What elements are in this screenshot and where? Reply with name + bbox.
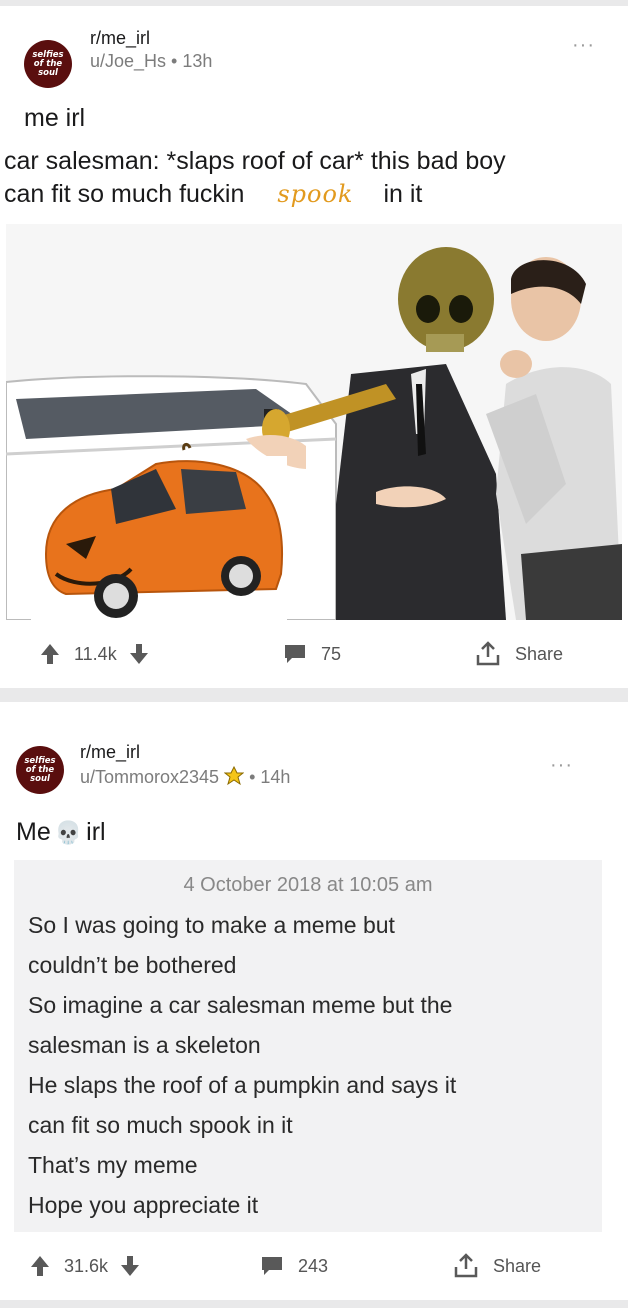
post-meta: u/Joe_Hs • 13h [90, 51, 212, 72]
meme-image[interactable] [6, 224, 622, 620]
skull-emoji: 💀 [54, 820, 83, 845]
post-card: selfies of the soul r/me_irl u/Joe_Hs • 13… [0, 6, 628, 688]
subreddit-avatar[interactable]: selfies of the soul [24, 40, 72, 88]
caption-line: car salesman: *slaps roof of car* this b… [4, 147, 506, 175]
separator-dot: • [171, 51, 178, 71]
caption-line: can fit so much fuckin spook in it [4, 178, 506, 211]
vote-group: 31.6k [30, 1246, 140, 1286]
notes-screenshot[interactable]: 4 October 2018 at 10:05 am So I was goin… [14, 860, 602, 1232]
spook-word: spook [277, 180, 354, 208]
note-line: Hope you appreciate it [28, 1192, 259, 1218]
post-actions: 11.4k 75 Share [0, 634, 628, 674]
upvote-arrow-icon[interactable] [30, 1255, 50, 1277]
subreddit-name[interactable]: r/me_irl [90, 28, 150, 49]
separator-dot: • [249, 767, 256, 787]
post-title[interactable]: me irl [24, 104, 85, 133]
comment-count: 75 [321, 643, 342, 664]
comments-button[interactable]: 75 [283, 634, 341, 674]
title-text: Me [16, 818, 51, 846]
note-line: couldn’t be bothered [28, 952, 237, 978]
share-icon [453, 1253, 479, 1279]
note-line: salesman is a skeleton [28, 1032, 261, 1058]
share-button[interactable]: Share [475, 634, 563, 674]
author-name[interactable]: u/Tommorox2345 [80, 767, 219, 787]
note-line: That’s my meme [28, 1152, 198, 1178]
caption-text: in it [383, 180, 423, 208]
subreddit-name[interactable]: r/me_irl [80, 742, 140, 763]
post-title[interactable]: Me 💀 irl [16, 818, 106, 847]
note-line: He slaps the roof of a pumpkin and says … [28, 1072, 457, 1098]
share-label: Share [515, 643, 564, 664]
post-time: 14h [260, 767, 291, 787]
post-card: selfies of the soul r/me_irl u/Tommorox2… [0, 702, 628, 1300]
comments-button[interactable]: 243 [260, 1246, 328, 1286]
title-text: irl [86, 818, 106, 846]
vote-group: 11.4k [40, 634, 149, 674]
comment-count: 243 [298, 1255, 329, 1276]
post-meta: u/Tommorox2345 • 14h [80, 765, 291, 788]
upvote-arrow-icon[interactable] [40, 643, 60, 665]
author-name[interactable]: u/Joe_Hs [90, 51, 166, 71]
comment-bubble-icon [283, 643, 307, 665]
vote-count: 11.4k [74, 643, 117, 664]
award-icon [223, 765, 245, 787]
share-label: Share [493, 1255, 542, 1276]
post-time: 13h [182, 51, 213, 71]
share-icon [475, 641, 501, 667]
more-options-icon[interactable]: ··· [572, 34, 595, 57]
note-line: So I was going to make a meme but [28, 912, 395, 938]
subreddit-avatar[interactable]: selfies of the soul [16, 746, 64, 794]
note-line: So imagine a car salesman meme but the [28, 992, 453, 1018]
more-options-icon[interactable]: ··· [550, 754, 573, 777]
post-actions: 31.6k 243 Share [0, 1246, 628, 1286]
vote-count: 31.6k [64, 1255, 109, 1276]
share-button[interactable]: Share [453, 1246, 541, 1286]
downvote-arrow-icon[interactable] [129, 643, 149, 665]
downvote-arrow-icon[interactable] [120, 1255, 140, 1277]
meme-caption: car salesman: *slaps roof of car* this b… [4, 145, 506, 211]
caption-text: can fit so much fuckin [4, 180, 245, 208]
comment-bubble-icon [260, 1255, 284, 1277]
note-line: can fit so much spook in it [28, 1112, 293, 1138]
note-date: 4 October 2018 at 10:05 am [183, 874, 433, 896]
